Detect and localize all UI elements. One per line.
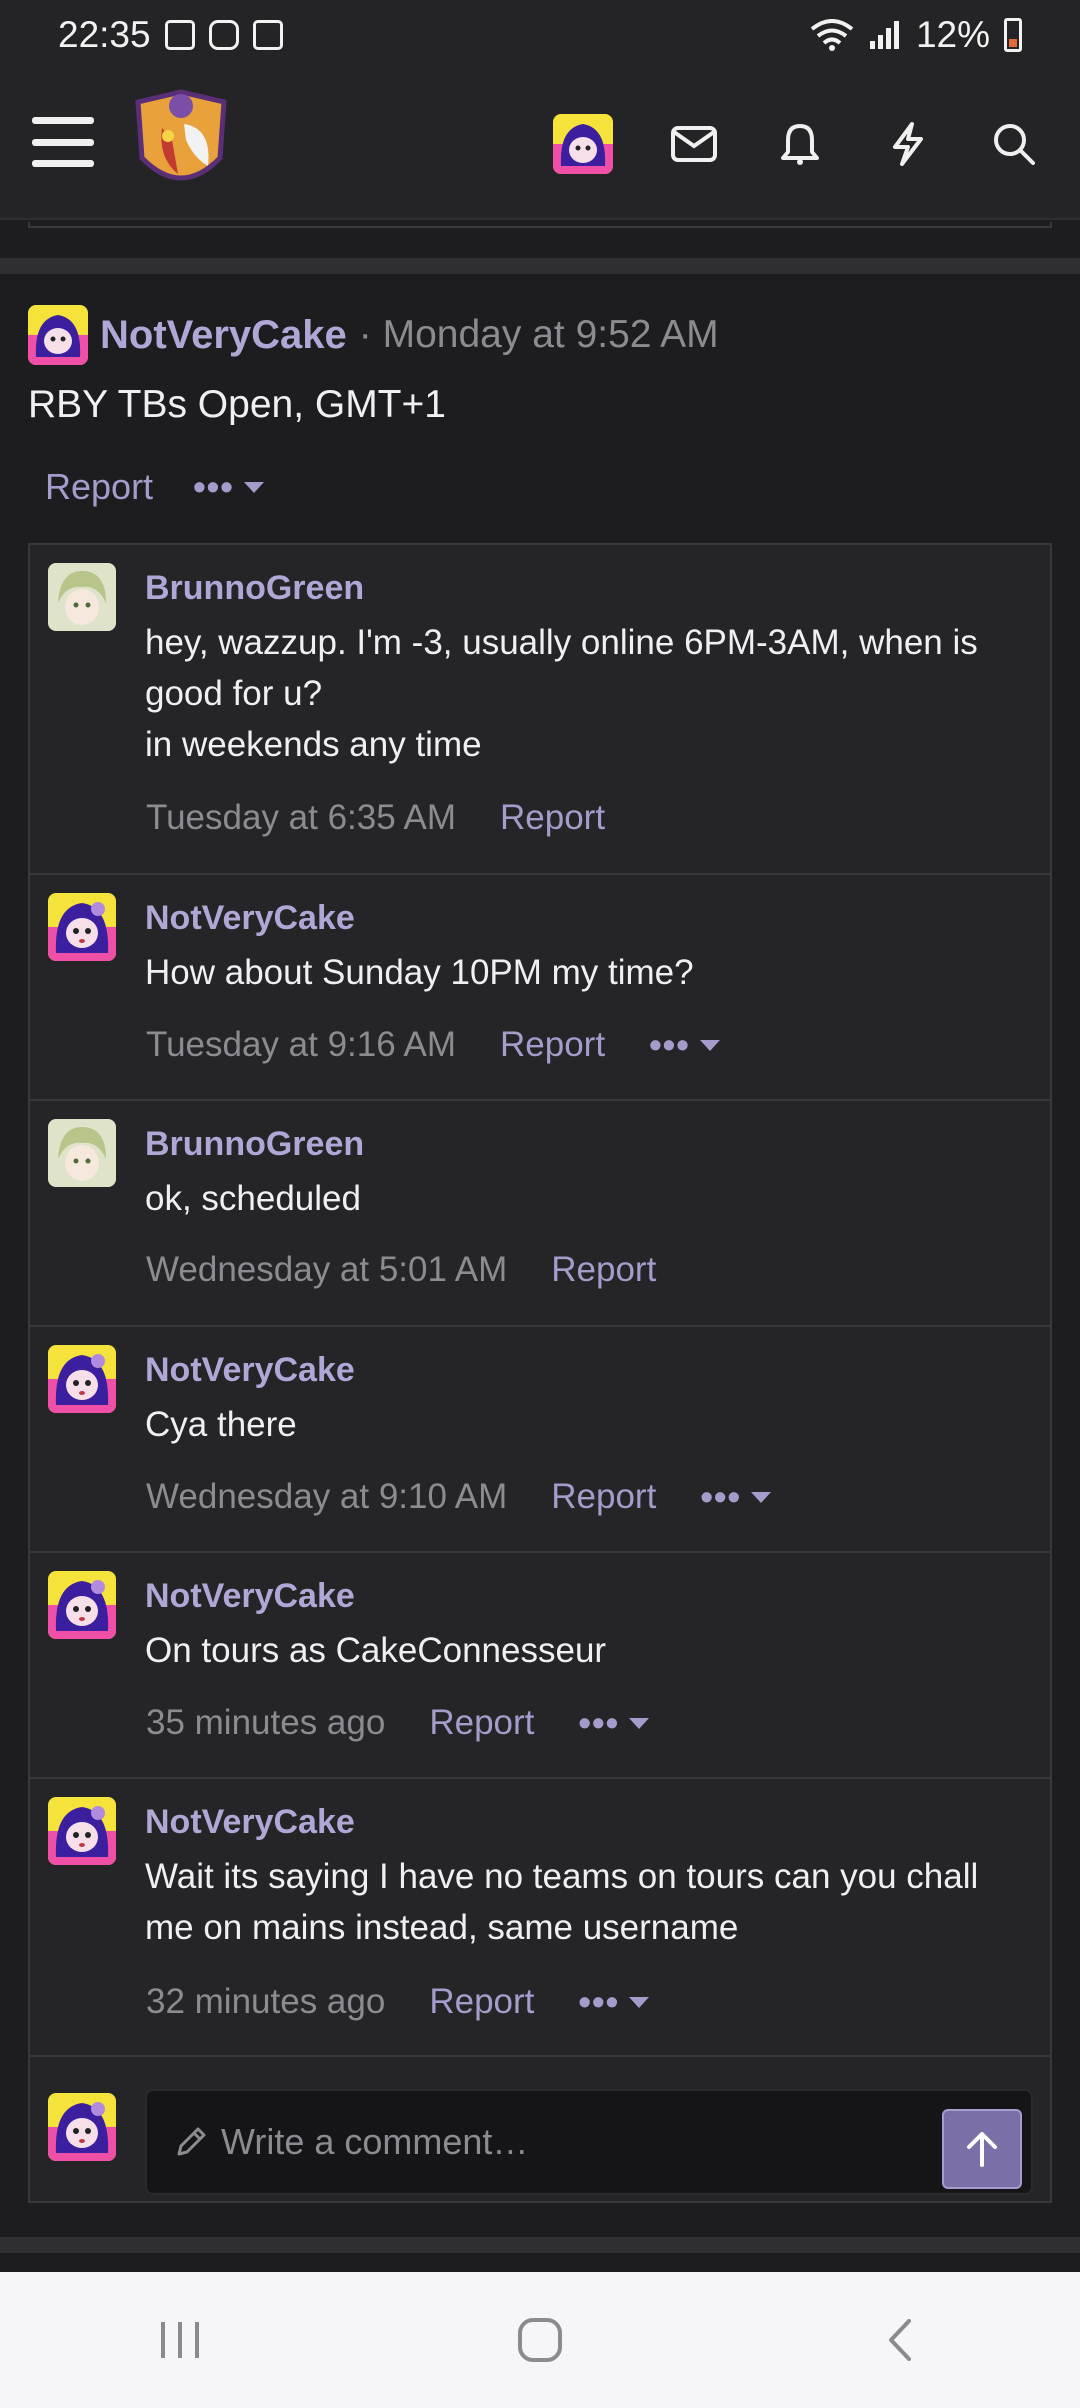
battery-icon	[1004, 18, 1022, 52]
arrow-up-icon	[967, 2132, 997, 2167]
chevron-down-icon	[243, 481, 264, 493]
game-notification-icon	[252, 20, 283, 50]
recents-icon	[161, 2322, 199, 2358]
current-user-avatar[interactable]	[48, 2093, 116, 2161]
bell-icon[interactable]	[770, 114, 830, 174]
comment-author[interactable]: NotVeryCake	[145, 899, 355, 938]
home-button[interactable]	[480, 2300, 600, 2380]
commenter-avatar[interactable]	[48, 1571, 116, 1639]
comment-text: Cya there	[145, 1405, 297, 1444]
comment-author[interactable]: NotVeryCake	[145, 1577, 355, 1616]
report-link[interactable]: Report	[429, 1703, 534, 1743]
scroll-to-top-button[interactable]	[942, 2109, 1022, 2189]
chevron-down-icon	[699, 1039, 720, 1051]
comment-input[interactable]: Write a comment…	[145, 2089, 1033, 2195]
post-actions: Report •••	[45, 466, 264, 508]
pencil-icon	[177, 2127, 206, 2156]
comment-meta: Tuesday at 9:16 AM Report •••	[146, 1024, 720, 1066]
report-link[interactable]: Report	[551, 1477, 656, 1517]
wifi-icon	[810, 19, 854, 51]
report-link[interactable]: Report	[500, 798, 605, 838]
comment-meta: Wednesday at 5:01 AM Report	[146, 1250, 656, 1290]
signal-icon	[869, 21, 899, 49]
author-avatar[interactable]	[28, 305, 88, 365]
post-author[interactable]: NotVeryCake	[100, 313, 347, 358]
comment-date[interactable]: Wednesday at 5:01 AM	[146, 1250, 507, 1290]
comment: BrunnoGreen ok, scheduled Wednesday at 5…	[30, 1101, 1050, 1327]
home-icon	[518, 2318, 562, 2362]
report-link[interactable]: Report	[429, 1982, 534, 2022]
comment-date[interactable]: 35 minutes ago	[146, 1703, 385, 1743]
comment-text: hey, wazzup. I'm -3, usually online 6PM-…	[145, 623, 978, 764]
commenter-avatar[interactable]	[48, 563, 116, 631]
more-options-button[interactable]: •••	[700, 1476, 772, 1518]
comment-author[interactable]: NotVeryCake	[145, 1803, 355, 1842]
comments-box: BrunnoGreen hey, wazzup. I'm -3, usually…	[28, 543, 1052, 2203]
comment: NotVeryCake Cya there Wednesday at 9:10 …	[30, 1327, 1050, 1553]
comment: NotVeryCake On tours as CakeConnesseur 3…	[30, 1553, 1050, 1779]
report-link[interactable]: Report	[500, 1025, 605, 1065]
comment-author[interactable]: BrunnoGreen	[145, 1125, 364, 1164]
app-bar	[0, 70, 1080, 220]
comment: BrunnoGreen hey, wazzup. I'm -3, usually…	[30, 545, 1050, 875]
system-nav-bar	[0, 2272, 1080, 2408]
commenter-avatar[interactable]	[48, 1119, 116, 1187]
comment-meta: Tuesday at 6:35 AM Report	[146, 798, 605, 838]
comment-text: ok, scheduled	[145, 1179, 361, 1218]
comment-input-placeholder: Write a comment…	[221, 2121, 529, 2162]
report-link[interactable]: Report	[45, 466, 153, 508]
comment-text: On tours as CakeConnesseur	[145, 1631, 607, 1670]
more-options-button[interactable]: •••	[578, 1702, 650, 1744]
comment-meta: 32 minutes ago Report •••	[146, 1981, 650, 2023]
chevron-down-icon	[629, 1717, 650, 1729]
previous-post-edge	[28, 222, 1052, 228]
comment-text: How about Sunday 10PM my time?	[145, 953, 694, 992]
post-header: NotVeryCake · Monday at 9:52 AM	[28, 305, 719, 365]
back-button[interactable]	[840, 2300, 960, 2380]
more-options-button[interactable]: •••	[193, 466, 264, 508]
commenter-avatar[interactable]	[48, 1797, 116, 1865]
status-time: 22:35	[58, 14, 151, 55]
comment-author[interactable]: NotVeryCake	[145, 1351, 355, 1390]
comment: NotVeryCake How about Sunday 10PM my tim…	[30, 875, 1050, 1101]
comment-composer: Write a comment…	[30, 2079, 1050, 2203]
section-divider	[0, 2237, 1080, 2253]
more-options-button[interactable]: •••	[649, 1024, 720, 1066]
menu-icon[interactable]	[32, 117, 94, 167]
recent-apps-button[interactable]	[120, 2300, 240, 2380]
back-icon	[889, 2319, 911, 2361]
chevron-down-icon	[751, 1491, 772, 1503]
more-options-button[interactable]: •••	[578, 1981, 650, 2023]
search-icon[interactable]	[984, 114, 1044, 174]
comment-date[interactable]: Tuesday at 9:16 AM	[146, 1025, 456, 1065]
post-time[interactable]: · Monday at 9:52 AM	[359, 313, 719, 357]
status-bar: 22:35 12%	[0, 0, 1080, 70]
comment-date[interactable]: 32 minutes ago	[146, 1982, 385, 2022]
comment-author[interactable]: BrunnoGreen	[145, 569, 364, 608]
comment-text: Wait its saying I have no teams on tours…	[145, 1857, 979, 1947]
lightning-icon[interactable]	[878, 114, 938, 174]
section-divider	[0, 258, 1080, 274]
comment-meta: Wednesday at 9:10 AM Report •••	[146, 1476, 772, 1518]
battery-percent: 12%	[915, 14, 990, 55]
forum-logo[interactable]	[128, 88, 234, 200]
mail-icon[interactable]	[664, 114, 724, 174]
gallery-notification-icon	[164, 20, 195, 50]
user-avatar[interactable]	[553, 114, 613, 174]
comment-date[interactable]: Wednesday at 9:10 AM	[146, 1477, 507, 1517]
comment-meta: 35 minutes ago Report •••	[146, 1702, 650, 1744]
report-link[interactable]: Report	[551, 1250, 656, 1290]
commenter-avatar[interactable]	[48, 1345, 116, 1413]
chevron-down-icon	[629, 1996, 650, 2008]
comment-date[interactable]: Tuesday at 6:35 AM	[146, 798, 456, 838]
app-notification-icon	[208, 20, 239, 50]
commenter-avatar[interactable]	[48, 893, 116, 961]
post-body: RBY TBs Open, GMT+1	[28, 383, 446, 426]
comment: NotVeryCake Wait its saying I have no te…	[30, 1779, 1050, 2057]
